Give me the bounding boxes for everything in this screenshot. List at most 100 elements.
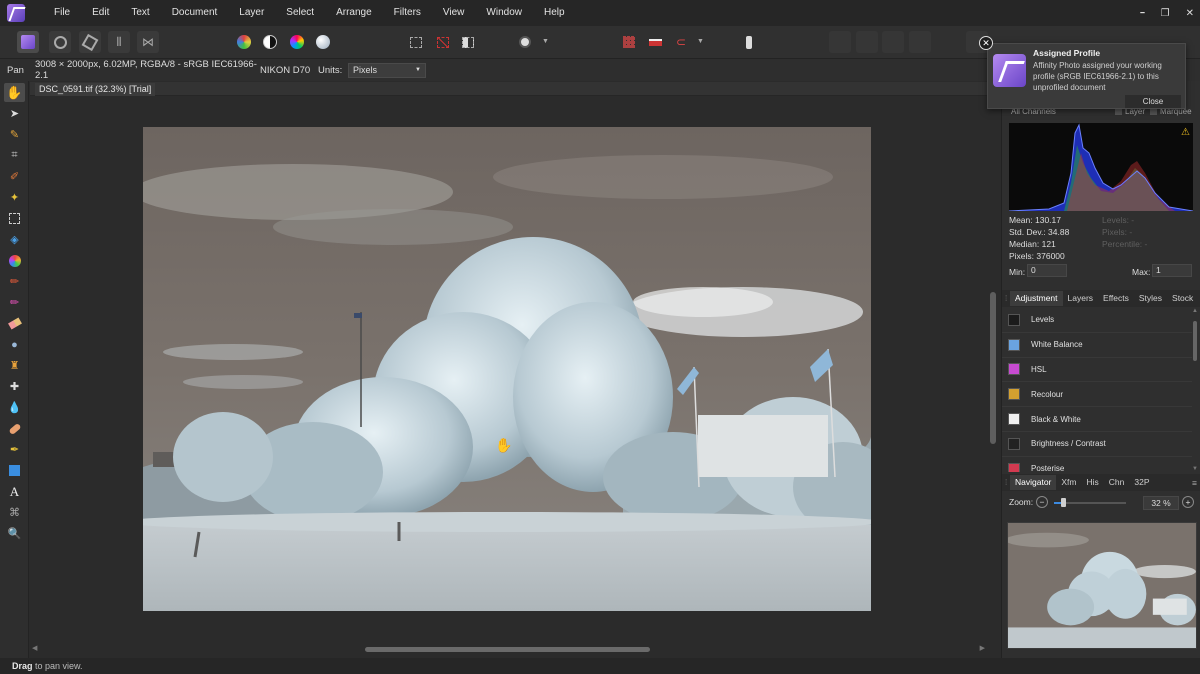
zoom-input[interactable]: 32 % — [1143, 496, 1179, 510]
horizontal-scroll-thumb[interactable] — [365, 647, 650, 652]
menu-item-filters[interactable]: Filters — [383, 0, 432, 26]
erase-brush-tool[interactable] — [6, 315, 23, 332]
crop-tool[interactable]: ⌗ — [6, 147, 23, 164]
arrange-forward-button[interactable] — [882, 31, 904, 53]
max-input[interactable]: 1 — [1152, 264, 1192, 277]
deselect-button[interactable] — [432, 31, 454, 53]
tab-stock[interactable]: Stock — [1167, 291, 1198, 306]
photo-persona-button[interactable] — [17, 31, 39, 53]
auto-white-balance-button[interactable] — [312, 31, 334, 53]
scroll-right-icon[interactable]: ▶ — [980, 644, 985, 652]
rectangle-tool[interactable] — [6, 462, 23, 479]
tab-32-bit-preview[interactable]: 32P — [1129, 475, 1154, 490]
pen-tool[interactable]: ✒ — [6, 441, 23, 458]
dodge-burn-tool[interactable]: ● — [6, 336, 23, 353]
menu-item-arrange[interactable]: Arrange — [325, 0, 383, 26]
arrange-back-button[interactable] — [829, 31, 851, 53]
close-window-button[interactable]: ✕ — [1186, 8, 1194, 19]
panel-menu-icon[interactable]: ≡ — [1192, 478, 1197, 488]
tab-history[interactable]: His — [1082, 475, 1104, 490]
scroll-up-icon[interactable]: ▲ — [1192, 308, 1198, 314]
tone-mapping-persona-button[interactable]: ⫴ — [108, 31, 130, 53]
menu-item-help[interactable]: Help — [533, 0, 576, 26]
menu-item-document[interactable]: Document — [161, 0, 229, 26]
auto-levels-button[interactable] — [233, 31, 255, 53]
assistant-grid-button[interactable] — [618, 31, 640, 53]
zoom-slider-knob[interactable] — [1060, 498, 1066, 507]
restore-button[interactable]: ❐ — [1161, 8, 1170, 19]
zoom-in-icon[interactable]: + — [1182, 496, 1194, 508]
arrange-front-button[interactable] — [909, 31, 931, 53]
auto-contrast-button[interactable] — [259, 31, 281, 53]
tab-styles[interactable]: Styles — [1134, 291, 1167, 306]
tab-navigator[interactable]: Navigator — [1010, 475, 1057, 490]
scroll-down-icon[interactable]: ▼ — [1192, 466, 1198, 472]
menu-item-view[interactable]: View — [432, 0, 476, 26]
quick-mask-button[interactable] — [514, 31, 536, 53]
notification-close-button[interactable]: Close — [1125, 95, 1181, 108]
liquify-persona-button[interactable] — [49, 31, 71, 53]
adjustment-item-white-balance[interactable]: White Balance — [1002, 333, 1192, 358]
quick-mask-dropdown-icon[interactable]: ▼ — [542, 38, 549, 45]
gradient-tool[interactable] — [6, 252, 23, 269]
adjustment-item-levels[interactable]: Levels — [1002, 308, 1192, 333]
snapping-button[interactable] — [644, 31, 666, 53]
horizontal-scrollbar[interactable]: ◀ ▶ — [30, 641, 987, 658]
paint-brush-tool[interactable]: ✏ — [6, 273, 23, 290]
panel-grip-icon[interactable]: ⁞ — [1002, 478, 1010, 487]
min-input[interactable]: 0 — [1027, 264, 1067, 277]
text-tool[interactable]: A — [6, 483, 23, 500]
colour-replacement-tool[interactable]: ✏ — [6, 294, 23, 311]
menu-item-text[interactable]: Text — [120, 0, 160, 26]
red-eye-tool[interactable] — [6, 420, 23, 437]
menu-item-file[interactable]: File — [43, 0, 81, 26]
tab-layers[interactable]: Layers — [1063, 291, 1099, 306]
move-tool[interactable]: ➤ — [6, 105, 23, 122]
menu-item-select[interactable]: Select — [275, 0, 325, 26]
mesh-warp-tool[interactable]: ⌘ — [6, 504, 23, 521]
tab-effects[interactable]: Effects — [1098, 291, 1134, 306]
magnet-button[interactable]: ⊂ — [670, 31, 692, 53]
clone-brush-tool[interactable]: ♜ — [6, 357, 23, 374]
vertical-scrollbar[interactable] — [987, 97, 1000, 641]
snapping-dropdown-icon[interactable]: ▼ — [697, 38, 704, 45]
marquee-mode-button[interactable] — [405, 31, 427, 53]
zoom-tool[interactable]: 🔍 — [6, 525, 23, 542]
assistant-button[interactable] — [738, 31, 760, 53]
tab-channels[interactable]: Chn — [1104, 475, 1130, 490]
document-tab[interactable]: DSC_0591.tif (32.3%) [Trial] — [35, 83, 156, 96]
adjustment-item-posterise[interactable]: Posterise — [1002, 457, 1192, 472]
menu-item-window[interactable]: Window — [475, 0, 533, 26]
marquee-tool[interactable] — [6, 210, 23, 227]
close-icon[interactable]: ✕ — [979, 36, 993, 50]
menu-item-layer[interactable]: Layer — [228, 0, 275, 26]
menu-item-edit[interactable]: Edit — [81, 0, 120, 26]
colour-picker-tool[interactable]: ✎ — [6, 126, 23, 143]
scroll-left-icon[interactable]: ◀ — [32, 644, 37, 652]
healing-brush-tool[interactable]: ✚ — [6, 378, 23, 395]
zoom-slider[interactable] — [1054, 498, 1126, 507]
minimize-button[interactable]: ━ — [1140, 9, 1144, 17]
canvas-area[interactable]: ✋ — [30, 97, 987, 641]
adjustment-item-recolour[interactable]: Recolour — [1002, 382, 1192, 408]
adjustment-item-black-white[interactable]: Black & White — [1002, 407, 1192, 432]
marquee-checkbox[interactable] — [1150, 108, 1157, 115]
navigator-thumbnail[interactable] — [1007, 522, 1197, 649]
units-select[interactable]: Pixels ▼ — [348, 62, 426, 78]
adjustment-item-brightness-contrast[interactable]: Brightness / Contrast — [1002, 432, 1192, 457]
panel-grip-icon[interactable]: ⁞ — [1002, 294, 1010, 303]
adjustment-scrollbar[interactable]: ▲ ▼ — [1192, 308, 1198, 472]
adjustment-item-hsl[interactable]: HSL — [1002, 358, 1192, 383]
tab-adjustment[interactable]: Adjustment — [1010, 291, 1063, 306]
tab-transform[interactable]: Xfm — [1056, 475, 1081, 490]
view-tool[interactable]: ✋ — [4, 83, 25, 102]
flood-select-tool[interactable]: ✦ — [6, 189, 23, 206]
blur-brush-tool[interactable]: 💧 — [6, 399, 23, 416]
selection-brush-tool[interactable]: ✐ — [6, 168, 23, 185]
affinity-photo-logo-icon[interactable] — [7, 4, 25, 22]
zoom-out-icon[interactable]: − — [1036, 496, 1048, 508]
develop-persona-button[interactable] — [79, 31, 101, 53]
adjustment-scroll-thumb[interactable] — [1193, 321, 1197, 361]
layer-checkbox[interactable] — [1115, 108, 1122, 115]
auto-colours-button[interactable] — [286, 31, 308, 53]
